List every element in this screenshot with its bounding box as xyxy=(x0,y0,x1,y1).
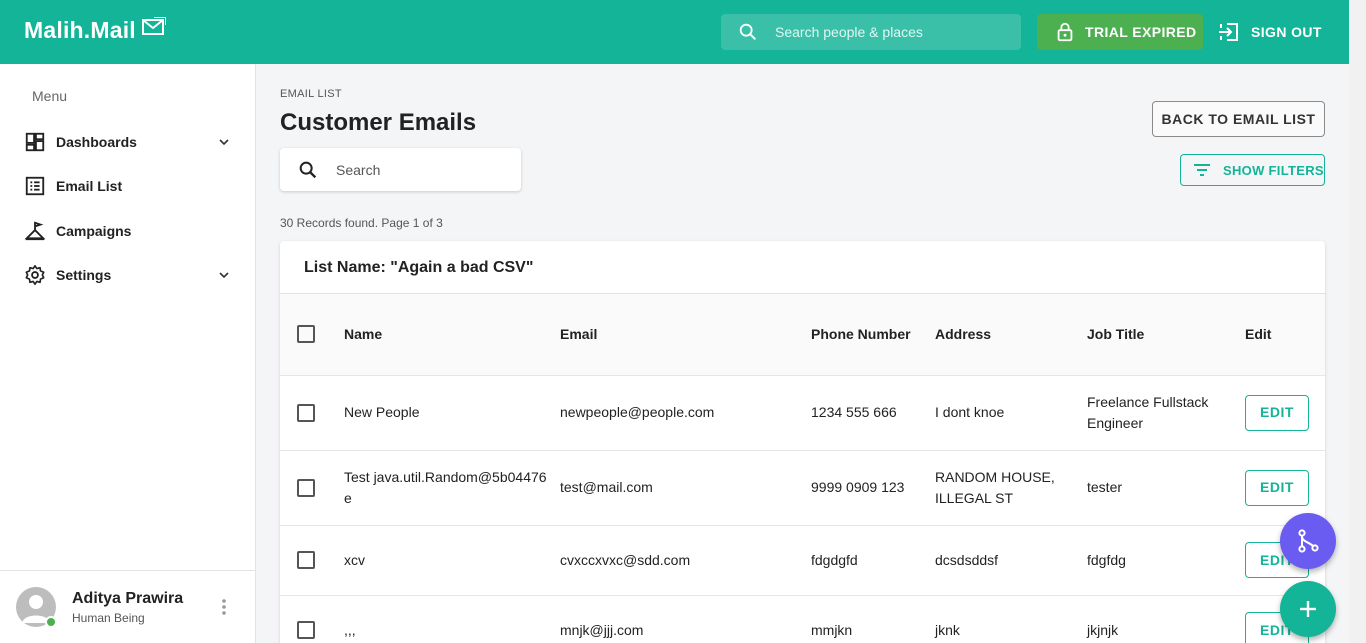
row-checkbox[interactable] xyxy=(297,403,315,422)
page-scrollbar[interactable] xyxy=(1349,0,1366,643)
list-name: List Name: "Again a bad CSV" xyxy=(304,259,534,276)
trial-expired-button[interactable]: TRIAL EXPIRED xyxy=(1037,14,1203,50)
row-checkbox[interactable] xyxy=(297,621,315,640)
sidebar-item-settings[interactable]: Settings xyxy=(24,262,234,288)
more-options-icon[interactable] xyxy=(218,597,230,617)
chevron-down-icon xyxy=(219,139,229,146)
cell-job-title: Freelance Fullstack Engineer xyxy=(1087,374,1245,450)
chevron-down-icon xyxy=(219,272,229,279)
sidebar-item-label: Campaigns xyxy=(56,223,132,239)
list-search-input[interactable] xyxy=(336,161,496,178)
row-checkbox[interactable] xyxy=(297,478,315,497)
sign-out-label: SIGN OUT xyxy=(1251,24,1322,40)
breadcrumb[interactable]: EMAIL LIST xyxy=(280,88,342,100)
sidebar-item-label: Settings xyxy=(56,267,112,283)
user-role: Human Being xyxy=(72,611,145,625)
cell-phone: mmjkn xyxy=(811,594,935,643)
user-name: Aditya Prawira xyxy=(72,590,184,607)
cell-address: jknk xyxy=(935,594,1087,643)
column-header-job-title[interactable]: Job Title xyxy=(1087,294,1245,375)
sidebar-item-label: Dashboards xyxy=(56,134,137,150)
cell-job-title: jkjnjk xyxy=(1087,594,1245,643)
table-row: ,,, mnjk@jjj.com mmjkn jknk jkjnjk EDIT xyxy=(280,594,1325,643)
cell-address: dcsdsddsf xyxy=(935,524,1087,595)
contacts-table: Name Email Phone Number Address Job Titl… xyxy=(280,294,1325,643)
show-filters-label: SHOW FILTERS xyxy=(1223,162,1324,178)
mail-logo-icon xyxy=(141,16,166,35)
sidebar-item-email-list[interactable]: Email List xyxy=(24,173,234,199)
email-list-card: List Name: "Again a bad CSV" Name Email … xyxy=(280,241,1325,643)
list-icon xyxy=(25,176,45,196)
campaign-icon xyxy=(24,221,46,241)
gear-icon xyxy=(25,265,45,285)
column-header-edit: Edit xyxy=(1245,326,1272,343)
table-row: New People newpeople@people.com 1234 555… xyxy=(280,374,1325,450)
sign-out-button[interactable]: SIGN OUT xyxy=(1217,14,1322,50)
menu-title: Menu xyxy=(32,88,68,104)
records-count: 30 Records found. Page 1 of 3 xyxy=(280,216,443,230)
online-status-dot xyxy=(45,616,57,628)
plus-icon xyxy=(1300,601,1316,617)
trial-label: TRIAL EXPIRED xyxy=(1085,24,1197,40)
cell-email: newpeople@people.com xyxy=(560,374,811,450)
column-header-phone[interactable]: Phone Number xyxy=(811,294,935,375)
column-header-address[interactable]: Address xyxy=(935,294,1087,375)
search-icon xyxy=(299,161,317,178)
cell-job-title: fdgfdg xyxy=(1087,524,1245,595)
column-header-name[interactable]: Name xyxy=(344,294,560,375)
workflow-fab[interactable] xyxy=(1280,513,1336,569)
edit-button[interactable]: EDIT xyxy=(1245,394,1309,431)
cell-address: RANDOM HOUSE, ILLEGAL ST xyxy=(935,449,1087,525)
cell-email: cvxccxvxc@sdd.com xyxy=(560,524,811,595)
exit-icon xyxy=(1219,23,1238,41)
sidebar: Menu Dashboards Email List Campaigns Set… xyxy=(0,64,256,643)
search-icon xyxy=(739,23,757,41)
show-filters-button[interactable]: SHOW FILTERS xyxy=(1180,154,1325,186)
filter-icon xyxy=(1194,164,1210,176)
top-app-bar: Malih.Mail TRIAL EXPIRED SIGN OUT xyxy=(0,0,1349,64)
cell-email: test@mail.com xyxy=(560,449,811,525)
cell-address: I dont knoe xyxy=(935,374,1087,450)
row-checkbox[interactable] xyxy=(297,551,315,569)
cell-phone: 9999 0909 123 xyxy=(811,449,935,525)
cell-email: mnjk@jjj.com xyxy=(560,594,811,643)
table-header-row: Name Email Phone Number Address Job Titl… xyxy=(280,294,1325,375)
table-row: xcv cvxccxvxc@sdd.com fdgdgfd dcsdsddsf … xyxy=(280,524,1325,595)
select-all-cell xyxy=(280,294,344,375)
sidebar-item-label: Email List xyxy=(56,178,123,194)
page-title: Customer Emails xyxy=(280,109,477,136)
table-row: Test java.util.Random@5b04476e test@mail… xyxy=(280,449,1325,525)
cell-phone: 1234 555 666 xyxy=(811,374,935,450)
cell-name: ,,, xyxy=(344,594,560,643)
cell-name: xcv xyxy=(344,524,560,595)
cell-job-title: tester xyxy=(1087,449,1245,525)
select-all-checkbox[interactable] xyxy=(297,325,315,344)
sidebar-item-campaigns[interactable]: Campaigns xyxy=(24,218,234,244)
global-search[interactable] xyxy=(721,14,1021,50)
global-search-input[interactable] xyxy=(775,24,995,40)
lock-icon xyxy=(1057,22,1073,42)
brand-name: Malih.Mail xyxy=(24,17,136,43)
branch-icon xyxy=(1298,529,1319,553)
user-panel: Aditya Prawira Human Being xyxy=(0,570,255,643)
cell-phone: fdgdgfd xyxy=(811,524,935,595)
cell-name: New People xyxy=(344,374,560,450)
dashboard-icon xyxy=(25,132,45,152)
brand-logo[interactable]: Malih.Mail xyxy=(24,16,166,44)
sidebar-item-dashboards[interactable]: Dashboards xyxy=(24,129,234,155)
back-to-email-list-button[interactable]: BACK TO EMAIL LIST xyxy=(1152,101,1325,137)
cell-name: Test java.util.Random@5b04476e xyxy=(344,449,560,525)
column-header-email[interactable]: Email xyxy=(560,294,811,375)
add-contact-fab[interactable] xyxy=(1280,581,1336,637)
list-search[interactable] xyxy=(280,148,521,191)
edit-button[interactable]: EDIT xyxy=(1245,469,1309,506)
